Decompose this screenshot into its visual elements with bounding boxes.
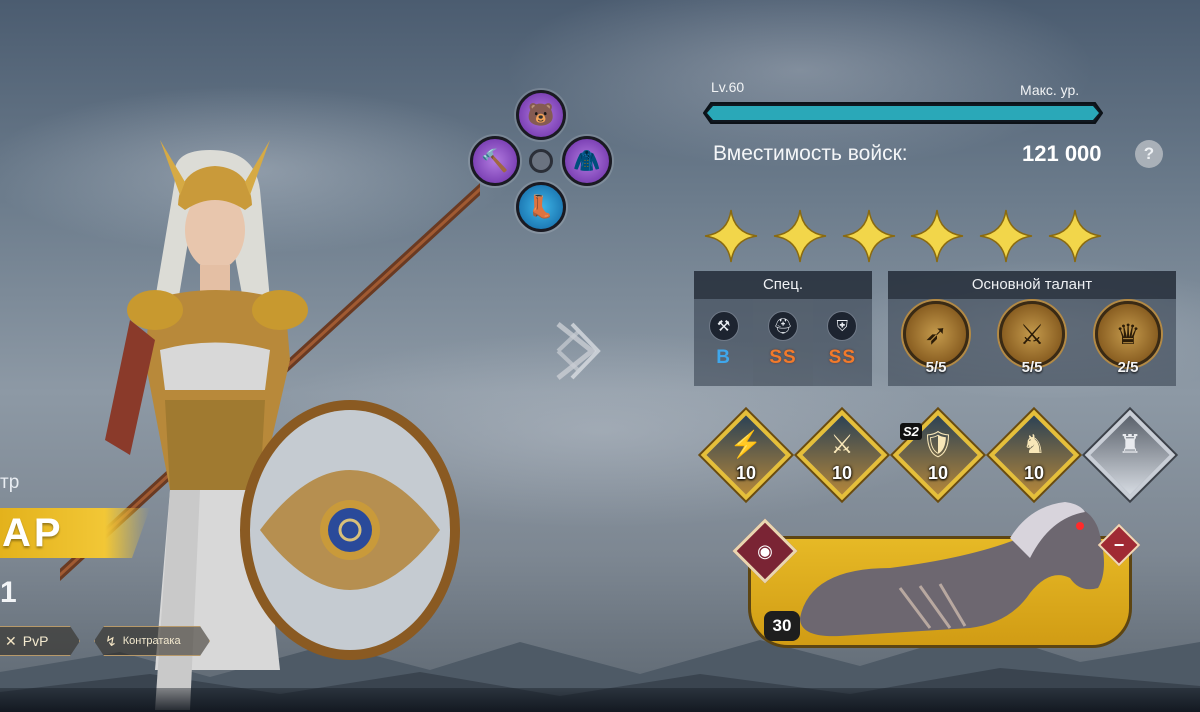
help-icon[interactable]: ? (1135, 140, 1163, 168)
sword-icon: ⚔ (999, 301, 1065, 367)
crossed-swords-icon: ✕ (5, 632, 17, 649)
warrior-icon: ⚔ (830, 429, 854, 459)
minus-icon: − (1113, 534, 1125, 555)
spear-strike-icon: ⚡ (729, 429, 763, 459)
talent-item[interactable]: ⚔ 5/5 (999, 301, 1065, 386)
bear-helmet-icon: 🐻 (527, 102, 555, 127)
talent-title: Основной талант (888, 271, 1176, 299)
arrows-icon: ➶ (903, 301, 969, 367)
talent-count: 5/5 (1021, 359, 1043, 376)
skill-level: 10 (1023, 463, 1045, 483)
level-progress-bar (703, 102, 1103, 124)
knight-icon: ♞ (1022, 429, 1046, 459)
season-badge: S2 (900, 423, 922, 440)
equip-center-ornament (529, 149, 553, 173)
equip-slot-weapon[interactable]: 🔨 (470, 136, 520, 186)
equipment-cluster: 🐻 🔨 🧥 👢 (468, 88, 614, 234)
talent-panel: Основной талант ➶ 5/5 ⚔ 5/5 ♛ 2/5 (888, 271, 1176, 386)
talent-count: 2/5 (1117, 359, 1139, 376)
hero-valkyrie[interactable] (60, 110, 480, 712)
star-icon (980, 209, 1033, 263)
equip-slot-helmet[interactable]: 🐻 (516, 90, 566, 140)
helmet-icon: ⛑ (767, 311, 798, 341)
star-icon (704, 209, 758, 263)
star-rating (703, 208, 1103, 264)
skill-level: 10 (927, 463, 949, 483)
pickaxe-icon: ⚒ (708, 311, 739, 341)
star-icon (842, 209, 895, 263)
boots-icon: 👢 (527, 194, 555, 219)
spec-grade: SS (769, 347, 797, 368)
skill-level: 10 (831, 463, 853, 483)
bottom-navigation-bar (0, 688, 1200, 712)
hero-number-partial: 1 (0, 576, 17, 609)
mount-horse (800, 502, 1104, 637)
talent-count: 5/5 (925, 359, 947, 376)
talent-item[interactable]: ➶ 5/5 (903, 301, 969, 386)
skill-slot-5-locked[interactable]: ♜ (1084, 409, 1176, 501)
skill-slot-3[interactable]: 🛡 S2 10 (892, 409, 984, 501)
star-icon (911, 209, 964, 263)
hammer-icon: 🔨 (481, 148, 509, 173)
skill-level: 10 (735, 463, 757, 483)
tag-pvp-label: PvP (22, 633, 49, 649)
tag-counter-label: Контратака (122, 635, 181, 647)
crown-icon: ♛ (1095, 301, 1161, 367)
spec-item[interactable]: ⛨ SS (813, 299, 872, 386)
locked-knight-icon: ♜ (1118, 429, 1142, 459)
shield-icon: ⛨ (827, 311, 858, 341)
talent-item[interactable]: ♛ 2/5 (1095, 301, 1161, 386)
tag-counter[interactable]: ↯ Контратака (94, 626, 210, 656)
mount-level: 30 (764, 611, 800, 641)
equip-slot-armor[interactable]: 🧥 (562, 136, 612, 186)
spec-title: Спец. (694, 271, 872, 299)
eye-icon: ◉ (757, 540, 773, 561)
troop-capacity-label: Вместимость войск: (713, 142, 908, 165)
hero-title-partial: тр (0, 472, 20, 493)
star-icon (773, 209, 826, 263)
hood-armor-icon: 🧥 (573, 148, 601, 173)
spec-panel: Спец. ⚒ B ⛑ SS ⛨ SS (694, 271, 872, 386)
troop-capacity-value: 121 000 (1022, 141, 1102, 166)
spec-item[interactable]: ⛑ SS (753, 299, 813, 386)
spec-item[interactable]: ⚒ B (694, 299, 753, 386)
counter-icon: ↯ (105, 632, 117, 649)
spec-grade: SS (828, 347, 856, 368)
star-icon (1048, 209, 1102, 263)
level-label: Lv.60 (711, 79, 745, 95)
skill-slot-2[interactable]: ⚔ 10 (796, 409, 888, 501)
skill-slot-4[interactable]: ♞ 10 (988, 409, 1080, 501)
hero-name-partial: АР (2, 511, 64, 555)
tag-pvp[interactable]: ✕ PvP (0, 626, 80, 656)
equip-slot-boots[interactable]: 👢 (516, 182, 566, 232)
skill-slot-1[interactable]: ⚡ 10 (700, 409, 792, 501)
max-level-label: Макс. ур. (1020, 82, 1080, 98)
switch-view-icon[interactable] (552, 318, 602, 384)
spec-grade: B (716, 347, 732, 368)
